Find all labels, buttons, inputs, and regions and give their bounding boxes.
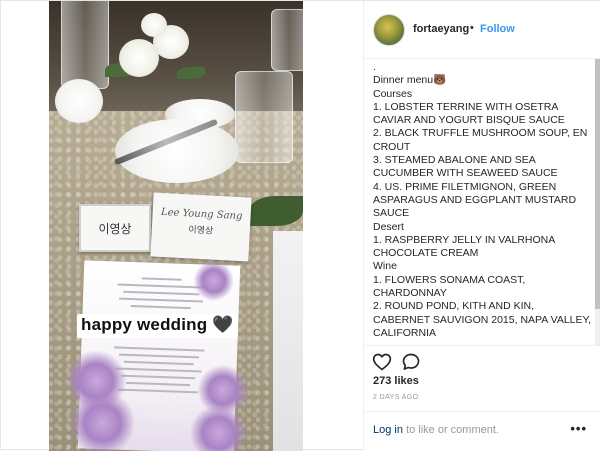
watercolor-flowers (193, 260, 235, 302)
watercolor-flowers (69, 389, 136, 451)
likes-count[interactable]: 273 likes (373, 375, 419, 387)
story-caption-overlay: happy wedding 🖤 (77, 314, 238, 338)
caption-line: Desert (373, 220, 404, 233)
caption-line: Wine (373, 260, 397, 273)
greenery (249, 196, 303, 226)
caption-line: 1. FLOWERS SONAMA COAST, CHARDONNAY (373, 273, 529, 300)
side-plate (55, 79, 103, 123)
caption-line: 3. STEAMED ABALONE AND SEA CUCUMBER WITH… (373, 154, 558, 180)
instagram-post: 이영상 Lee Young Sang 이영상 happy wedding 🖤 f… (0, 0, 600, 451)
post-photo[interactable]: 이영상 Lee Young Sang 이영상 happy wedding 🖤 (49, 1, 303, 451)
more-options-icon[interactable]: ••• (570, 421, 587, 436)
separator-dot: • (470, 22, 474, 34)
white-napkin (273, 231, 303, 451)
login-prompt: Log in to like or comment. (373, 424, 499, 436)
caption-line: 2. BLACK TRUFFLE MUSHROOM SOUP, EN CROUT (373, 127, 591, 153)
post-header: fortaeyang • Follow (363, 1, 600, 59)
water-glass (235, 71, 293, 163)
wine-glass (61, 1, 109, 89)
follow-button[interactable]: Follow (480, 23, 515, 35)
username-link[interactable]: fortaeyang (413, 23, 469, 35)
panel-divider (363, 1, 364, 451)
post-actions (363, 345, 600, 373)
post-caption: . Dinner menu🐻 Courses 1. LOBSTER TERRIN… (373, 61, 593, 345)
caption-scrollbar[interactable] (595, 59, 600, 345)
post-footer: Log in to like or comment. ••• (363, 411, 600, 451)
avatar[interactable] (373, 14, 405, 46)
wine-glass (271, 9, 303, 71)
login-prompt-text: to like or comment. (402, 424, 499, 436)
speech-bubble-icon[interactable] (401, 352, 421, 372)
place-card-script-text: Lee Young Sang (160, 206, 243, 223)
scrollbar-thumb[interactable] (595, 59, 600, 309)
post-timestamp: 2 DAYS AGO (373, 394, 419, 401)
place-card-name-text: 이영상 (98, 221, 132, 236)
place-card-script-korean: 이영상 (188, 225, 214, 237)
printed-menu-card (65, 260, 249, 451)
caption-line: 1. LOBSTER TERRINE WITH OSETRA CAVIAR AN… (373, 100, 565, 127)
rose-centerpiece (105, 13, 205, 99)
caption-line: 1. RASPBERRY JELLY IN VALRHONA CHOCOLATE… (373, 233, 558, 260)
place-card-script: Lee Young Sang 이영상 (150, 192, 252, 262)
caption-line: 4. US. PRIME FILETMIGNON, GREEN ASPARAGU… (373, 180, 579, 220)
login-link[interactable]: Log in (373, 424, 403, 436)
caption-line: . (373, 61, 376, 73)
heart-outline-icon[interactable] (372, 352, 392, 372)
caption-line: Dinner menu🐻 (373, 74, 447, 87)
caption-line: Courses (373, 87, 413, 100)
caption-line: 2. ROUND POND, KITH AND KIN, CABERNET SA… (373, 300, 592, 339)
place-card-name: 이영상 (79, 204, 151, 252)
